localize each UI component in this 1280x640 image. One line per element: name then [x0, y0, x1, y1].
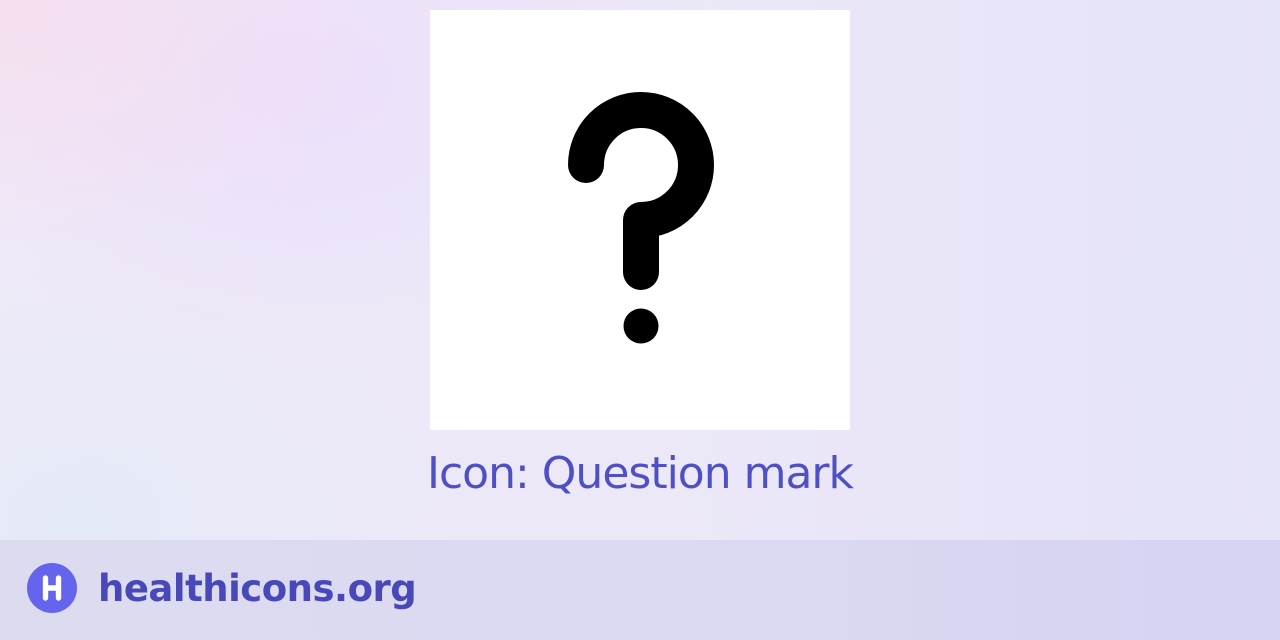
healthicons-logo-icon[interactable]: [27, 563, 77, 613]
icon-caption: Icon: Question mark: [427, 448, 854, 499]
icon-preview-card: [430, 10, 850, 430]
site-name-link[interactable]: healthicons.org: [98, 564, 417, 614]
footer-bar: healthicons.org: [0, 540, 1280, 640]
question-mark-icon: [568, 92, 714, 344]
